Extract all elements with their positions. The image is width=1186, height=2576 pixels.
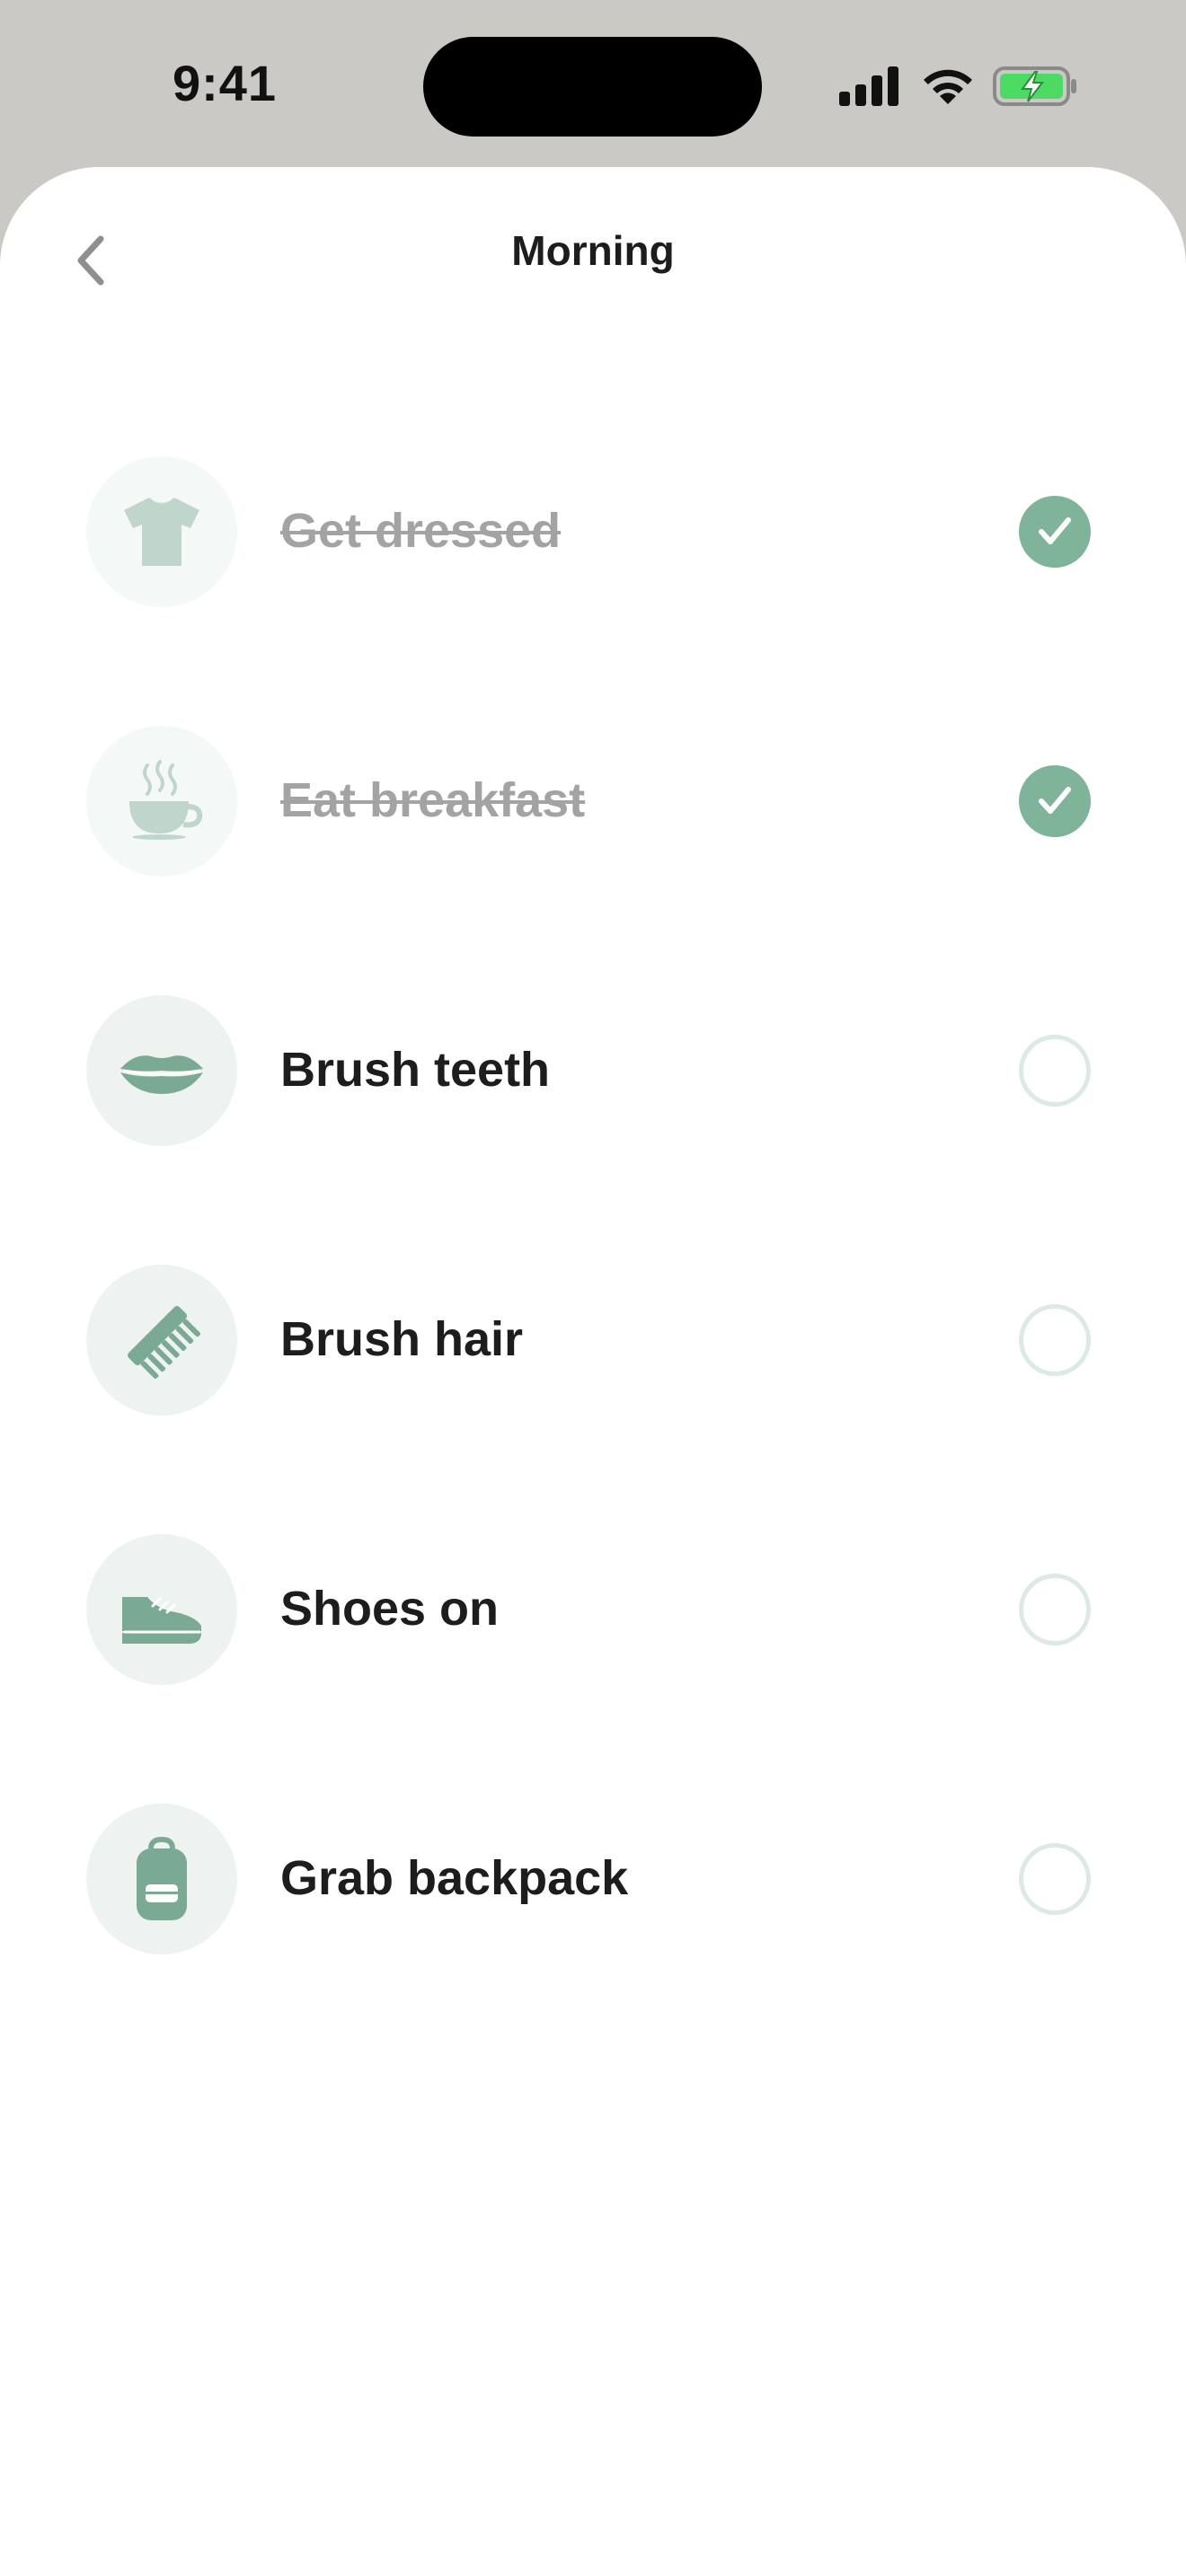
- task-checkbox-checked[interactable]: [1019, 765, 1091, 837]
- status-time: 9:41: [172, 55, 278, 111]
- task-icon-container: [86, 995, 237, 1146]
- routine-sheet: Morning Get dressed Eat breakfast Brush …: [0, 167, 1186, 2576]
- wifi-icon: [924, 69, 972, 104]
- task-row-shoes-on[interactable]: Shoes on: [0, 1502, 1186, 1717]
- task-row-eat-breakfast[interactable]: Eat breakfast: [0, 693, 1186, 909]
- task-icon-container: [86, 726, 237, 877]
- task-label: Get dressed: [280, 504, 562, 558]
- tshirt-icon: [124, 498, 199, 566]
- task-row-brush-hair[interactable]: Brush hair: [0, 1232, 1186, 1448]
- checkmark-icon: [1039, 517, 1071, 544]
- chevron-left-icon: [77, 235, 104, 286]
- task-row-brush-teeth[interactable]: Brush teeth: [0, 963, 1186, 1178]
- backpack-icon: [137, 1836, 187, 1920]
- page-title: Morning: [511, 227, 675, 274]
- lips-icon: [120, 1055, 203, 1094]
- dynamic-island: [423, 37, 762, 137]
- task-checkbox-unchecked[interactable]: [1019, 1035, 1091, 1107]
- task-checkbox-unchecked[interactable]: [1019, 1304, 1091, 1376]
- task-label: Brush teeth: [280, 1043, 551, 1097]
- task-label: Shoes on: [280, 1582, 500, 1636]
- task-row-grab-backpack[interactable]: Grab backpack: [0, 1771, 1186, 1987]
- task-checkbox-unchecked[interactable]: [1019, 1574, 1091, 1645]
- task-checkbox-unchecked[interactable]: [1019, 1843, 1091, 1915]
- battery-charging-icon: [993, 66, 1076, 106]
- back-button[interactable]: [54, 217, 133, 296]
- task-checkbox-checked[interactable]: [1019, 496, 1091, 568]
- task-icon-container: [86, 456, 237, 607]
- coffee-cup-icon: [129, 760, 203, 840]
- status-bar: 9:41: [0, 0, 1186, 167]
- cellular-signal-icon: [839, 66, 898, 106]
- task-label: Eat breakfast: [280, 773, 586, 827]
- task-icon-container: [86, 1534, 237, 1685]
- task-icon-container: [86, 1804, 237, 1954]
- nav-bar: Morning: [0, 167, 1186, 338]
- task-label: Grab backpack: [280, 1851, 629, 1905]
- checkmark-icon: [1039, 787, 1071, 814]
- task-icon-container: [86, 1265, 237, 1416]
- sneaker-icon: [122, 1597, 201, 1644]
- task-row-get-dressed[interactable]: Get dressed: [0, 424, 1186, 640]
- task-label: Brush hair: [280, 1312, 524, 1366]
- comb-icon: [128, 1306, 201, 1380]
